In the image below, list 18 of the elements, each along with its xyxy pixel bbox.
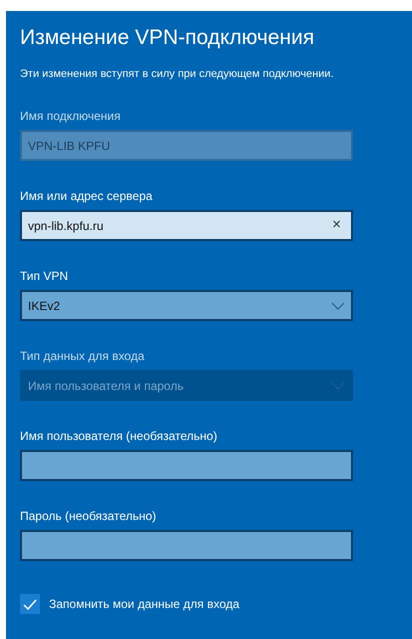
page-title: Изменение VPN-подключения: [20, 25, 316, 51]
field-label: Имя подключения: [20, 108, 122, 124]
field-label: Имя пользователя (необязательно): [20, 428, 218, 444]
input-field[interactable]: vpn-lib.kpfu.ru ×: [20, 210, 353, 241]
chevron-down-icon: [331, 302, 345, 310]
input-field[interactable]: [20, 530, 353, 561]
checkbox-label: Запомнить мои данные для входа: [49, 596, 240, 613]
checkmark-icon: [23, 598, 37, 610]
info-text: Эти изменения вступят в силу при следующем подключении.: [20, 67, 335, 81]
remember-checkbox[interactable]: [20, 594, 40, 614]
field-label: Тип VPN: [20, 268, 70, 284]
clear-button[interactable]: ×: [328, 214, 345, 237]
dropdown[interactable]: IKEv2: [20, 290, 353, 321]
chevron-down-icon: [331, 382, 345, 390]
field-label: Пароль (необязательно): [20, 508, 158, 524]
field-label: Имя или адрес сервера: [20, 188, 154, 204]
field-label: Тип данных для входа: [20, 348, 146, 364]
input-field[interactable]: [20, 450, 353, 481]
